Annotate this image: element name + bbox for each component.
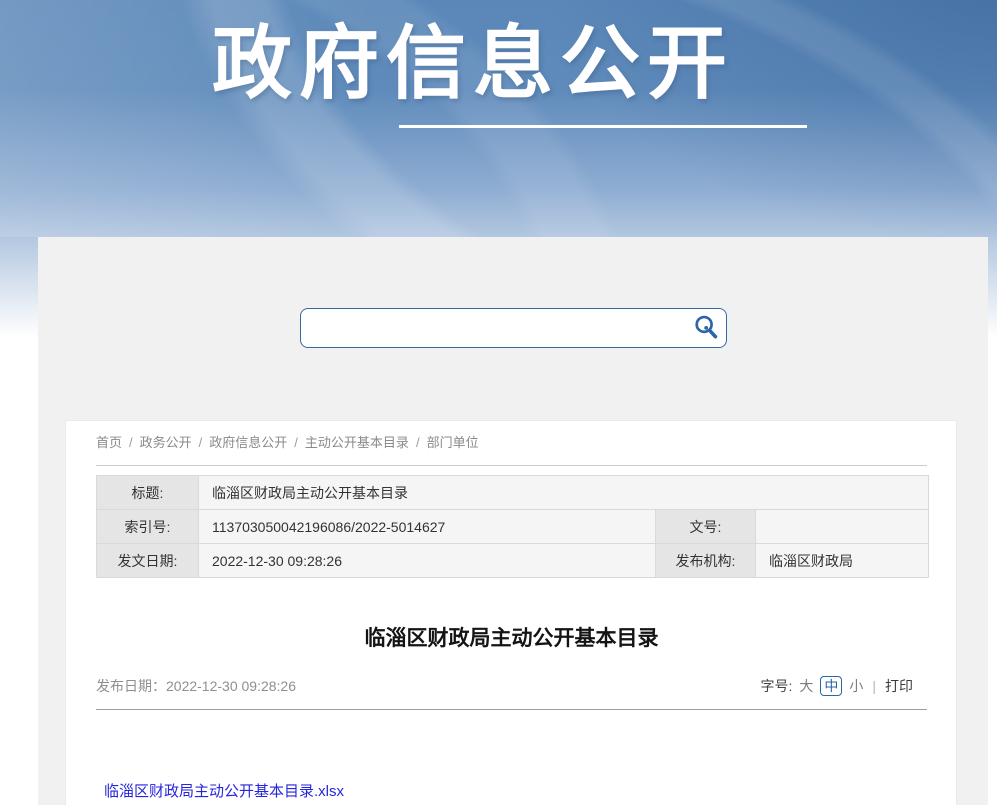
page-body: 首页 / 政务公开 / 政府信息公开 / 主动公开基本目录 / 部门单位 标题: 临淄区财政局主… xyxy=(0,237,997,805)
font-size-label: 字号: xyxy=(760,676,792,696)
breadcrumb: 首页 / 政务公开 / 政府信息公开 / 主动公开基本目录 / 部门单位 xyxy=(96,433,927,466)
doc-number-value xyxy=(756,510,929,544)
article-title: 临淄区财政局主动公开基本目录 xyxy=(96,622,927,652)
doc-number-label: 文号: xyxy=(656,510,756,544)
banner-title: 政府信息公开 xyxy=(212,22,734,107)
font-size-medium-button[interactable]: 中 xyxy=(820,676,842,696)
breadcrumb-separator: / xyxy=(294,435,298,450)
breadcrumb-home[interactable]: 首页 xyxy=(96,435,122,450)
search-button[interactable] xyxy=(686,309,726,347)
print-button[interactable]: 打印 xyxy=(885,676,913,696)
font-size-small-button[interactable]: 小 xyxy=(849,676,863,696)
issue-date-label: 发文日期: xyxy=(97,544,199,578)
search-box xyxy=(300,308,727,348)
breadcrumb-catalog[interactable]: 主动公开基本目录 xyxy=(305,435,409,450)
publish-date: 发布日期：2022-12-30 09:28:26 xyxy=(96,676,296,696)
breadcrumb-separator: / xyxy=(416,435,420,450)
breadcrumb-separator: / xyxy=(129,435,133,450)
banner-title-underline xyxy=(399,125,807,128)
table-row-index: 索引号: 113703050042196086/2022-5014627 文号: xyxy=(97,510,929,544)
search-row xyxy=(38,237,988,348)
breadcrumb-separator: / xyxy=(199,435,203,450)
font-size-controls: 字号: 大 中 小 | 打印 xyxy=(760,676,927,696)
document-detail-box: 首页 / 政务公开 / 政府信息公开 / 主动公开基本目录 / 部门单位 标题: 临淄区财政局主… xyxy=(65,420,957,805)
page-banner: 政府信息公开 xyxy=(0,0,997,237)
attachment-area: 临淄区财政局主动公开基本目录.xlsx xyxy=(96,780,927,801)
index-number-label: 索引号: xyxy=(97,510,199,544)
issue-date-value: 2022-12-30 09:28:26 xyxy=(199,544,656,578)
search-icon xyxy=(692,313,719,343)
title-value: 临淄区财政局主动公开基本目录 xyxy=(199,476,929,510)
search-input[interactable] xyxy=(301,309,686,347)
breadcrumb-zhengwu[interactable]: 政务公开 xyxy=(140,435,192,450)
article-meta-row: 发布日期：2022-12-30 09:28:26 字号: 大 中 小 | 打印 xyxy=(96,676,927,710)
content-panel: 首页 / 政务公开 / 政府信息公开 / 主动公开基本目录 / 部门单位 标题: 临淄区财政局主… xyxy=(38,237,988,805)
title-label: 标题: xyxy=(97,476,199,510)
document-info-table: 标题: 临淄区财政局主动公开基本目录 索引号: 1137030500421960… xyxy=(96,475,929,578)
font-size-large-button[interactable]: 大 xyxy=(799,676,813,696)
breadcrumb-info-disclosure[interactable]: 政府信息公开 xyxy=(209,435,287,450)
table-row-date: 发文日期: 2022-12-30 09:28:26 发布机构: 临淄区财政局 xyxy=(97,544,929,578)
index-number-value: 113703050042196086/2022-5014627 xyxy=(199,510,656,544)
publish-date-label: 发布日期： xyxy=(96,678,166,694)
table-row-title: 标题: 临淄区财政局主动公开基本目录 xyxy=(97,476,929,510)
breadcrumb-department[interactable]: 部门单位 xyxy=(427,435,479,450)
meta-separator: | xyxy=(872,678,876,694)
publish-date-value: 2022-12-30 09:28:26 xyxy=(166,678,296,694)
publisher-value: 临淄区财政局 xyxy=(756,544,929,578)
attachment-link-xlsx[interactable]: 临淄区财政局主动公开基本目录.xlsx xyxy=(104,783,344,800)
publisher-label: 发布机构: xyxy=(656,544,756,578)
